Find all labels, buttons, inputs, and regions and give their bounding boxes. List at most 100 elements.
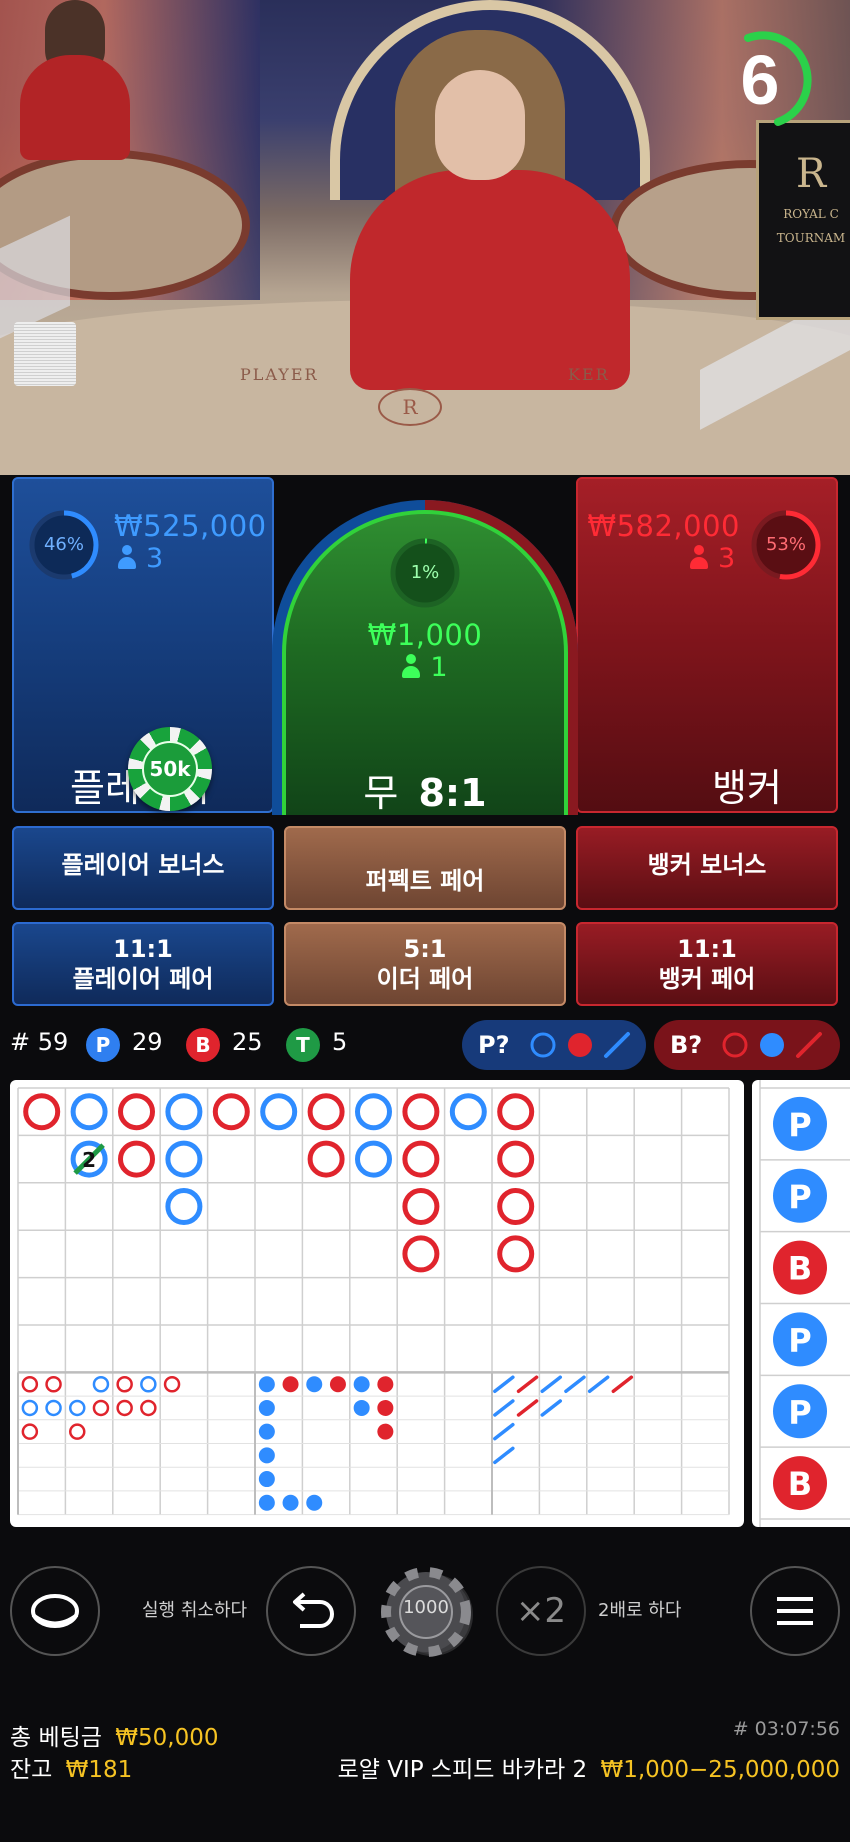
round-id: # 03:07:56 xyxy=(732,1718,840,1740)
card-stack xyxy=(14,322,76,386)
double-button[interactable]: ×2 xyxy=(496,1566,586,1656)
banker-bonus-label: 뱅커 보너스 xyxy=(647,851,767,879)
placed-chip-value: 50k xyxy=(142,741,198,797)
table-name: 로얄 VIP 스피드 바카라 2 xyxy=(337,1757,588,1783)
banker-result-mark xyxy=(497,1188,535,1225)
table-player-text: PLAYER xyxy=(240,365,319,384)
player-bonus-button[interactable]: 플레이어 보너스 xyxy=(12,826,274,910)
cockroach-mark xyxy=(540,1399,562,1417)
tie-odds: 8:1 xyxy=(418,771,487,815)
banker-result-mark xyxy=(118,1093,155,1131)
small-road-mark xyxy=(306,1494,323,1511)
player-predict-button[interactable]: P? xyxy=(462,1020,646,1070)
player-win-count: 29 xyxy=(132,1028,163,1056)
big-eye-mark xyxy=(69,1423,86,1440)
royal-sign: R ROYAL C TOURNAM xyxy=(756,120,850,320)
table-logo: R xyxy=(378,388,442,426)
small-road-mark xyxy=(258,1376,275,1393)
big-eye-mark xyxy=(92,1399,110,1417)
lobby-button[interactable] xyxy=(10,1566,100,1656)
countdown-timer: 6 xyxy=(718,30,818,130)
small-road-mark xyxy=(377,1423,394,1440)
scoreboard-roadmap[interactable]: 2 xyxy=(10,1080,744,1527)
player-result-mark xyxy=(260,1093,298,1131)
table-banker-text: KER xyxy=(568,365,610,384)
background-dealer xyxy=(20,0,130,160)
bead-letter: P xyxy=(788,1393,811,1431)
dealer xyxy=(340,30,640,410)
balance-value: ₩181 xyxy=(65,1757,133,1783)
banker-predict-button[interactable]: B? xyxy=(654,1020,840,1070)
placed-chip[interactable]: 50k xyxy=(128,727,212,811)
player-result-mark xyxy=(165,1093,203,1131)
big-eye-mark xyxy=(116,1399,133,1417)
banker-pair-label: 뱅커 페어 xyxy=(658,965,756,993)
small-road-mark xyxy=(329,1376,346,1393)
big-eye-mark xyxy=(21,1399,39,1417)
cockroach-mark xyxy=(611,1375,634,1393)
small-road-mark xyxy=(353,1399,370,1416)
either-pair-button[interactable]: 5:1 이더 페어 xyxy=(284,922,566,1006)
small-road-mark xyxy=(377,1399,394,1416)
cockroach-mark xyxy=(493,1399,515,1417)
player-pair-odds: 11:1 xyxy=(113,935,173,963)
banker-predict-label: B? xyxy=(670,1031,703,1059)
bead-road[interactable]: PPBPPB xyxy=(752,1080,850,1527)
small-road-mark xyxy=(306,1376,323,1393)
menu-button[interactable] xyxy=(750,1566,840,1656)
stats-bar: # 59 P 29 B 25 T 5 P? B? xyxy=(0,1020,850,1070)
banker-pair-button[interactable]: 11:1 뱅커 페어 xyxy=(576,922,838,1006)
big-eye-mark xyxy=(163,1376,181,1393)
cockroach-mark xyxy=(493,1422,515,1441)
big-eye-mark xyxy=(116,1376,133,1393)
banker-result-mark xyxy=(402,1235,440,1273)
total-bet-label: 총 베팅금 xyxy=(10,1725,102,1751)
cockroach-mark xyxy=(493,1446,515,1465)
banker-badge: B xyxy=(186,1028,220,1062)
banker-bonus-button[interactable]: 뱅커 보너스 xyxy=(576,826,838,910)
big-eye-mark xyxy=(140,1399,157,1417)
perfect-pair-button[interactable]: 퍼펙트 페어 xyxy=(284,826,566,910)
tie-percent: 1% xyxy=(410,562,440,583)
bead-letter: P xyxy=(788,1321,811,1359)
banker-result-mark xyxy=(212,1093,250,1131)
big-eye-mark xyxy=(21,1423,39,1440)
banker-percent: 53% xyxy=(765,534,806,555)
player-result-mark xyxy=(70,1093,108,1131)
player-result-mark xyxy=(165,1140,203,1178)
menu-icon xyxy=(777,1597,813,1625)
tie-bettor-count: 1 xyxy=(286,652,564,683)
player-predict-label: P? xyxy=(478,1031,510,1059)
person-icon xyxy=(690,545,708,569)
small-road-mark xyxy=(282,1494,299,1511)
chip-selector[interactable]: 1000 xyxy=(368,1565,482,1657)
bead-road-grid: PPBPPB xyxy=(759,1080,850,1527)
total-bet-value: ₩50,000 xyxy=(115,1725,219,1751)
banker-bet-area[interactable]: ₩582,000 3 53% 뱅커 xyxy=(576,477,838,813)
player-bonus-label: 플레이어 보너스 xyxy=(61,851,225,879)
banker-result-mark xyxy=(307,1093,345,1131)
either-pair-label: 이더 페어 xyxy=(376,965,474,993)
player-result-mark xyxy=(165,1188,203,1225)
player-total-amount: ₩525,000 xyxy=(114,509,267,543)
banker-result-mark xyxy=(307,1140,345,1178)
small-road-mark xyxy=(258,1399,275,1416)
big-eye-mark xyxy=(92,1376,110,1393)
banker-total-amount: ₩582,000 xyxy=(587,509,740,543)
tie-bet-area[interactable]: 1% ₩1,000 1 무 8:1 xyxy=(282,510,568,815)
banker-result-mark xyxy=(497,1093,535,1131)
undo-button[interactable] xyxy=(266,1566,356,1656)
banker-percent-ring: 53% xyxy=(748,507,824,583)
tie-total-amount: ₩1,000 xyxy=(367,618,483,652)
player-pair-button[interactable]: 11:1 플레이어 페어 xyxy=(12,922,274,1006)
small-road-mark xyxy=(258,1494,275,1511)
undo-icon xyxy=(293,1592,334,1628)
cockroach-mark xyxy=(516,1375,539,1393)
tie-count-mark: 2 xyxy=(82,1148,96,1172)
cockroach-mark xyxy=(516,1399,539,1417)
banker-result-mark xyxy=(402,1188,440,1225)
banker-pair-odds: 11:1 xyxy=(677,935,737,963)
player-percent: 46% xyxy=(43,534,84,555)
undo-label: 실행 취소하다 xyxy=(142,1600,248,1621)
big-eye-mark xyxy=(21,1376,39,1393)
